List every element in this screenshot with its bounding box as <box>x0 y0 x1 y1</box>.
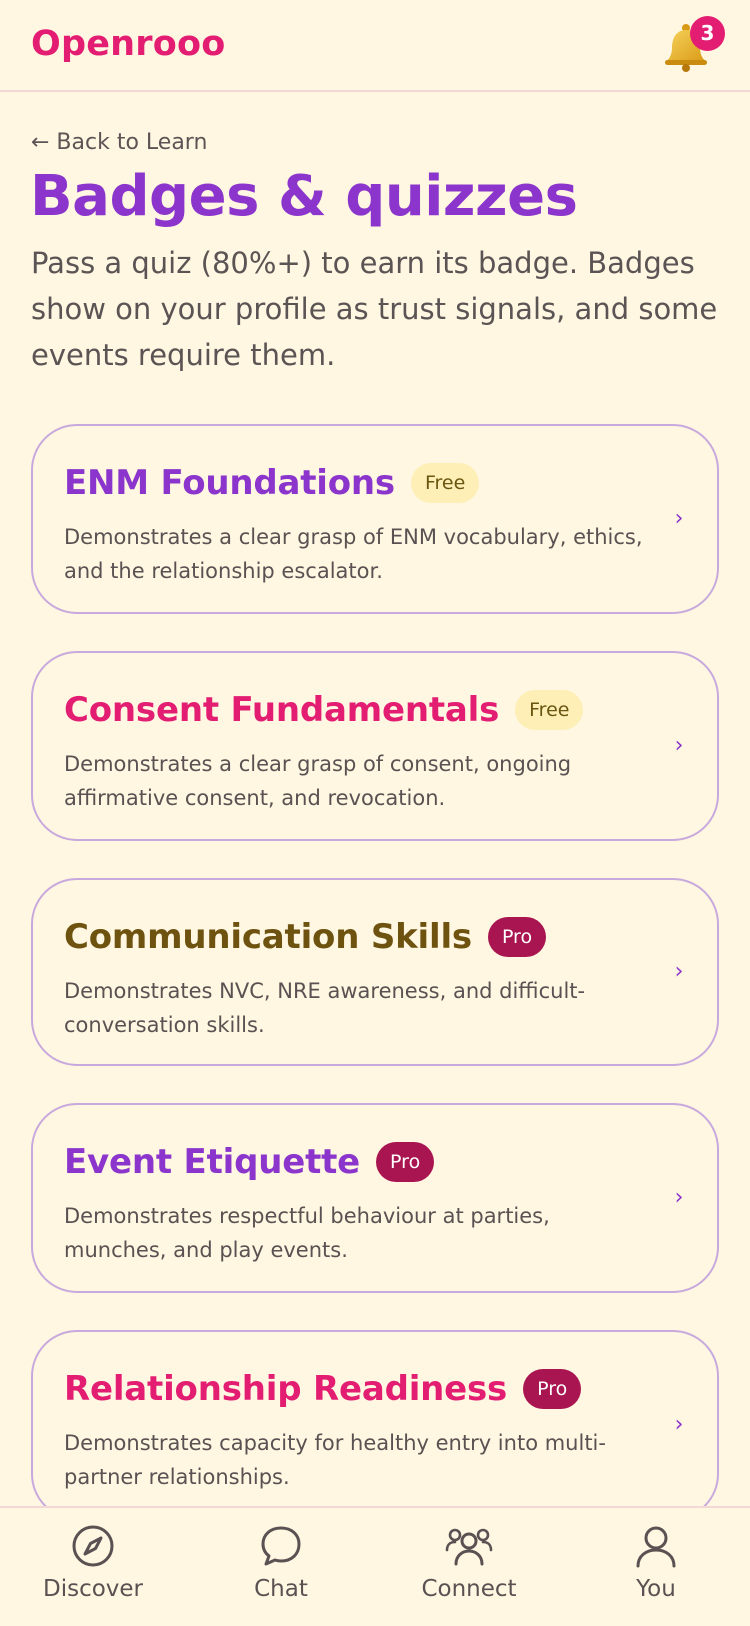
notifications-button[interactable]: 3 <box>664 14 725 74</box>
badge-card-relationship-readiness[interactable]: Relationship Readiness Pro Demonstrates … <box>31 1330 719 1506</box>
brand-logo[interactable]: Openrooo <box>31 22 225 66</box>
nav-connect[interactable]: Connect <box>394 1524 544 1618</box>
chat-bubble-icon <box>261 1526 301 1566</box>
badge-card-communication-skills[interactable]: Communication Skills Pro Demonstrates NV… <box>31 878 719 1066</box>
bottom-nav: Discover Chat Connect You <box>0 1506 750 1626</box>
nav-label: Chat <box>254 1576 308 1602</box>
badge-title: Relationship Readiness <box>64 1369 508 1409</box>
main-content: ← Back to Learn Badges & quizzes Pass a … <box>0 92 750 1506</box>
chevron-right-icon: › <box>674 506 684 531</box>
top-header: Openrooo 3 <box>0 0 750 92</box>
tier-badge-pro: Pro <box>376 1142 435 1182</box>
nav-label: Connect <box>421 1576 517 1602</box>
person-icon <box>636 1526 676 1568</box>
chevron-right-icon: › <box>674 1412 684 1437</box>
badge-description: Demonstrates capacity for healthy entry … <box>64 1431 606 1489</box>
nav-discover[interactable]: Discover <box>18 1524 168 1618</box>
tier-badge-pro: Pro <box>487 917 547 957</box>
badge-description: Demonstrates a clear grasp of consent, o… <box>64 752 572 810</box>
badge-title: Event Etiquette <box>64 1142 361 1182</box>
chevron-right-icon: › <box>674 959 684 984</box>
badge-title: ENM Foundations <box>64 463 395 503</box>
tier-badge-free: Free <box>515 690 584 730</box>
chevron-right-icon: › <box>674 1185 684 1210</box>
nav-label: You <box>636 1576 676 1602</box>
badge-description: Demonstrates respectful behaviour at par… <box>64 1204 550 1262</box>
badge-title: Consent Fundamentals <box>64 690 500 730</box>
card-title-row: Event Etiquette Pro <box>64 1140 435 1184</box>
nav-chat[interactable]: Chat <box>206 1524 356 1618</box>
people-icon <box>445 1528 493 1566</box>
back-to-learn-link[interactable]: ← Back to Learn <box>31 128 207 158</box>
card-title-row: ENM Foundations Free <box>64 461 480 505</box>
nav-label: Discover <box>42 1576 144 1602</box>
badge-description: Demonstrates a clear grasp of ENM vocabu… <box>64 525 643 583</box>
nav-you[interactable]: You <box>581 1524 731 1618</box>
badge-card-consent-fundamentals[interactable]: Consent Fundamentals Free Demonstrates a… <box>31 651 719 841</box>
chevron-right-icon: › <box>674 733 684 758</box>
badge-card-event-etiquette[interactable]: Event Etiquette Pro Demonstrates respect… <box>31 1103 719 1293</box>
page-title: Badges & quizzes <box>30 164 578 229</box>
tier-badge-free: Free <box>410 463 480 503</box>
badge-description: Demonstrates NVC, NRE awareness, and dif… <box>64 979 586 1037</box>
badge-card-enm-foundations[interactable]: ENM Foundations Free Demonstrates a clea… <box>31 424 719 614</box>
card-title-row: Relationship Readiness Pro <box>64 1367 582 1411</box>
app-root: Openrooo 3 ← Back to Learn Badges & quiz… <box>0 0 750 1626</box>
page-intro: Pass a quiz (80%+) to earn its badge. Ba… <box>31 246 718 372</box>
badge-title: Communication Skills <box>64 917 472 957</box>
notification-count-badge: 3 <box>690 16 725 51</box>
compass-icon <box>72 1525 114 1567</box>
card-title-row: Consent Fundamentals Free <box>64 688 584 732</box>
tier-badge-pro: Pro <box>523 1369 582 1409</box>
card-title-row: Communication Skills Pro <box>64 915 547 959</box>
